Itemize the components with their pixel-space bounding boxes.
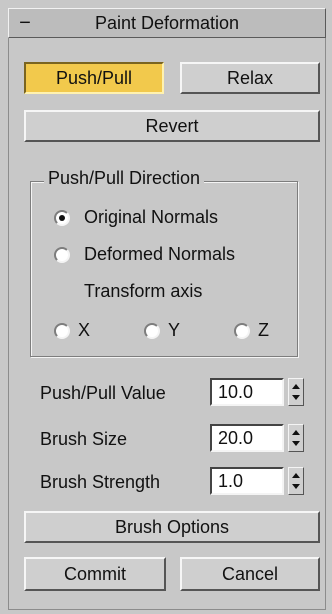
axis-x-label: X <box>78 320 91 340</box>
push-pull-value-input[interactable]: 10.0 <box>210 378 284 406</box>
brush-size-input[interactable]: 20.0 <box>210 424 284 452</box>
axis-x-radio[interactable]: X <box>54 320 90 341</box>
axis-z-label: Z <box>258 320 269 340</box>
spinner-up-icon[interactable] <box>292 384 300 390</box>
radio-unselected-icon[interactable] <box>144 322 160 339</box>
radio-unselected-icon[interactable] <box>54 246 70 263</box>
brush-size-spinner[interactable] <box>288 424 304 452</box>
commit-button[interactable]: Commit <box>24 557 166 591</box>
radio-selected-icon[interactable] <box>54 209 70 226</box>
axis-y-radio[interactable]: Y <box>144 320 180 341</box>
push-pull-value-label: Push/Pull Value <box>40 383 166 403</box>
radio-unselected-icon[interactable] <box>234 322 250 339</box>
push-pull-value-spinner[interactable] <box>288 378 304 406</box>
spinner-down-icon[interactable] <box>292 483 300 489</box>
deformed-normals-radio[interactable]: Deformed Normals <box>54 244 235 265</box>
direction-group-label: Push/Pull Direction <box>44 168 205 189</box>
axis-z-radio[interactable]: Z <box>234 320 269 341</box>
spinner-up-icon[interactable] <box>292 430 300 436</box>
relax-button[interactable]: Relax <box>180 62 320 94</box>
transform-axis-label: Transform axis <box>84 281 203 301</box>
rollout-title: Paint Deformation <box>94 12 240 33</box>
rollout-header[interactable]: − Paint Deformation <box>8 8 326 38</box>
brush-strength-input[interactable]: 1.0 <box>210 467 284 495</box>
revert-button[interactable]: Revert <box>24 110 320 142</box>
deformed-normals-label: Deformed Normals <box>84 244 236 264</box>
radio-unselected-icon[interactable] <box>54 322 70 339</box>
collapse-icon[interactable]: − <box>9 13 41 33</box>
cancel-button[interactable]: Cancel <box>180 557 320 591</box>
axis-y-label: Y <box>168 320 181 340</box>
brush-strength-label: Brush Strength <box>40 472 161 492</box>
brush-strength-spinner[interactable] <box>288 467 304 495</box>
spinner-down-icon[interactable] <box>292 440 300 446</box>
brush-options-button[interactable]: Brush Options <box>24 511 320 543</box>
spinner-down-icon[interactable] <box>292 394 300 400</box>
spinner-up-icon[interactable] <box>292 473 300 479</box>
original-normals-radio[interactable]: Original Normals <box>54 207 218 228</box>
push-pull-button[interactable]: Push/Pull <box>24 62 164 94</box>
original-normals-label: Original Normals <box>84 207 219 227</box>
brush-size-label: Brush Size <box>40 429 128 449</box>
